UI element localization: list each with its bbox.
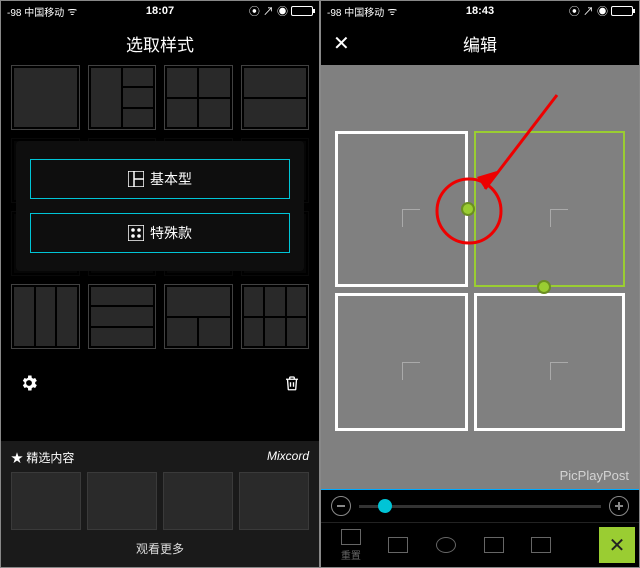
style-options-overlay: 基本型 特殊款 bbox=[16, 141, 304, 271]
template-thumb[interactable] bbox=[241, 284, 310, 349]
option-special-label: 特殊款 bbox=[150, 223, 192, 243]
tool-4[interactable] bbox=[484, 537, 504, 553]
page-title: 编辑 bbox=[463, 31, 497, 56]
nav-bar: ✕ 编辑 bbox=[321, 21, 639, 65]
bottom-bar: 重置 ✕ bbox=[321, 489, 639, 567]
clock: 18:43 bbox=[321, 5, 639, 17]
zoom-knob[interactable] bbox=[378, 499, 392, 513]
grid-icon bbox=[128, 171, 144, 187]
zoom-slider[interactable] bbox=[359, 505, 601, 508]
featured-item[interactable] bbox=[239, 472, 309, 530]
screen-edit: -98 中国移动ᯤ 18:43 ⦿ ↗ ◉ ✕ 编辑 PicPla bbox=[320, 0, 640, 568]
status-bar: -98 中国移动ᯤ 18:43 ⦿ ↗ ◉ bbox=[321, 1, 639, 21]
brand-label: Mixcord bbox=[267, 449, 309, 466]
template-thumb[interactable] bbox=[88, 284, 157, 349]
settings-button[interactable] bbox=[19, 373, 39, 393]
layout-cell-tl[interactable] bbox=[335, 131, 468, 287]
clock: 18:07 bbox=[1, 5, 319, 17]
tool-2[interactable] bbox=[388, 537, 408, 553]
featured-item[interactable] bbox=[11, 472, 81, 530]
option-special-button[interactable]: 特殊款 bbox=[30, 213, 290, 253]
option-basic-button[interactable]: 基本型 bbox=[30, 159, 290, 199]
reset-icon bbox=[341, 529, 361, 545]
layout-frame[interactable] bbox=[335, 131, 625, 431]
watermark: PicPlayPost bbox=[560, 468, 629, 483]
template-thumb[interactable] bbox=[11, 284, 80, 349]
battery-icon bbox=[291, 6, 313, 16]
star-icon: ★ bbox=[11, 451, 23, 465]
tool-5[interactable] bbox=[531, 537, 551, 553]
tool-icon bbox=[531, 537, 551, 553]
layout-cell-br[interactable] bbox=[474, 293, 625, 431]
nav-bar: 选取样式 bbox=[1, 21, 319, 65]
action-row bbox=[1, 368, 319, 398]
template-thumb[interactable] bbox=[164, 65, 233, 130]
template-thumb[interactable] bbox=[88, 65, 157, 130]
cancel-button[interactable]: ✕ bbox=[599, 527, 635, 563]
zoom-in-icon[interactable] bbox=[609, 496, 629, 516]
tool-icon bbox=[388, 537, 408, 553]
featured-panel: ★ 精选内容 Mixcord 观看更多 bbox=[1, 441, 319, 567]
resize-handle-h[interactable] bbox=[537, 280, 551, 294]
template-thumb[interactable] bbox=[164, 284, 233, 349]
page-title: 选取样式 bbox=[126, 31, 194, 56]
battery-icon bbox=[611, 6, 633, 16]
option-basic-label: 基本型 bbox=[150, 169, 192, 189]
featured-item[interactable] bbox=[163, 472, 233, 530]
trash-button[interactable] bbox=[283, 373, 301, 393]
status-bar: -98 中国移动ᯤ 18:07 ⦿ ↗ ◉ bbox=[1, 1, 319, 21]
see-more-button[interactable]: 观看更多 bbox=[11, 536, 309, 561]
layout-cell-tr[interactable] bbox=[474, 131, 625, 287]
featured-thumbs bbox=[11, 472, 309, 530]
tool-icon bbox=[484, 537, 504, 553]
template-thumb[interactable] bbox=[11, 65, 80, 130]
zoom-out-icon[interactable] bbox=[331, 496, 351, 516]
featured-header: ★ 精选内容 bbox=[11, 449, 74, 466]
tool-icon bbox=[436, 537, 456, 553]
layout-cell-bl[interactable] bbox=[335, 293, 468, 431]
tool-3[interactable] bbox=[436, 537, 456, 553]
tool-row: 重置 bbox=[321, 523, 639, 567]
zoom-slider-row bbox=[321, 489, 639, 523]
close-button[interactable]: ✕ bbox=[333, 31, 350, 56]
tool-reset[interactable]: 重置 bbox=[341, 529, 361, 562]
screen-select-style: -98 中国移动ᯤ 18:07 ⦿ ↗ ◉ 选取样式 bbox=[0, 0, 320, 568]
dots-icon bbox=[128, 225, 144, 241]
featured-item[interactable] bbox=[87, 472, 157, 530]
template-thumb[interactable] bbox=[241, 65, 310, 130]
